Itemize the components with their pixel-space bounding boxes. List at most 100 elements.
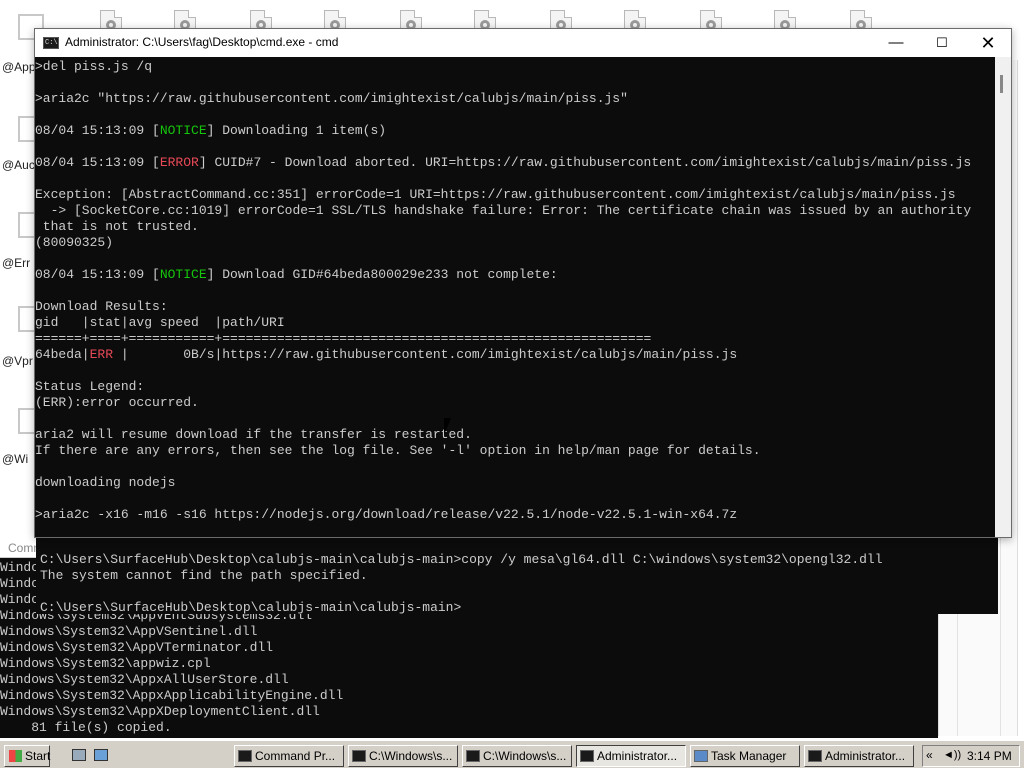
console-line: gid |stat|avg speed |path/URI	[35, 315, 971, 331]
system-tray: « ◄)) 3:14 PM	[922, 745, 1020, 767]
console-text: 08/04 15:13:09 [	[35, 267, 160, 282]
console-text: ======+====+===========+================…	[35, 331, 652, 346]
console-line: that is not trusted.	[35, 219, 971, 235]
console-line: 08/04 15:13:09 [NOTICE] Download GID#64b…	[35, 267, 971, 283]
console-text: >aria2c -x16 -m16 -s16 https://nodejs.or…	[35, 507, 738, 522]
console-line: (ERR):error occurred.	[35, 395, 971, 411]
quick-launch-icon[interactable]	[94, 749, 108, 761]
desktop-label: @Err	[2, 256, 31, 270]
taskbar-button[interactable]: C:\Windows\s...	[462, 745, 572, 767]
console-icon	[352, 750, 366, 762]
desktop-label: @Vpr	[2, 354, 33, 368]
console-text: ] Downloading 1 item(s)	[206, 123, 387, 138]
console-line: (80090325)	[35, 235, 971, 251]
console-line: 08/04 15:13:09 [NOTICE] Downloading 1 it…	[35, 123, 971, 139]
second-console-window[interactable]: C:\Users\SurfaceHub\Desktop\calubjs-main…	[36, 538, 998, 616]
taskbar-button[interactable]: Administrator...	[804, 745, 914, 767]
console-icon	[43, 37, 59, 49]
taskbar-button[interactable]: C:\Windows\s...	[348, 745, 458, 767]
console-line: >aria2c "https://raw.githubusercontent.c…	[35, 91, 971, 107]
console-icon	[466, 750, 480, 762]
start-label: Start	[25, 749, 51, 763]
taskbar-button-label: Administrator...	[597, 749, 678, 763]
console-line: Windows\System32\AppVTerminator.dll	[0, 640, 274, 655]
console-line: 08/04 15:13:09 [ERROR] CUID#7 - Download…	[35, 155, 971, 171]
cmd-window[interactable]: Administrator: C:\Users\fag\Desktop\cmd.…	[34, 28, 1012, 538]
taskbar-button-label: Task Manager	[711, 749, 787, 763]
console-line: Status Legend:	[35, 379, 971, 395]
console-icon	[238, 750, 252, 762]
volume-icon[interactable]: ◄))	[943, 749, 961, 761]
console-text: If there are any errors, then see the lo…	[35, 443, 761, 458]
clock[interactable]: 3:14 PM	[967, 749, 1012, 763]
log-level-tag: NOTICE	[159, 123, 207, 138]
taskbar-button[interactable]: Command Pr...	[234, 745, 344, 767]
console-line: >aria2c -x16 -m16 -s16 https://nodejs.or…	[35, 507, 971, 523]
vertical-scrollbar[interactable]	[995, 57, 1011, 537]
mouse-pointer-icon	[444, 418, 457, 435]
scrollbar-thumb[interactable]	[1000, 75, 1003, 93]
console-text: -> [SocketCore.cc:1019] errorCode=1 SSL/…	[35, 203, 972, 218]
log-level-tag: ERROR	[159, 155, 199, 170]
console-line: aria2 will resume download if the transf…	[35, 427, 971, 443]
console-text: >aria2c "https://raw.githubusercontent.c…	[35, 91, 628, 106]
tray-expand-icon[interactable]: «	[926, 748, 933, 762]
console-text: 64beda|	[35, 347, 90, 362]
console-output-area[interactable]: >del piss.js /q >aria2c "https://raw.gith…	[35, 57, 995, 537]
taskbar: Start Command Pr... C:\Windows\s... C:\Win…	[0, 740, 1024, 768]
console-text: 08/04 15:13:09 [	[35, 123, 160, 138]
console-text: | 0B/s|https://raw.githubusercontent.com…	[120, 347, 738, 362]
console-text: >del piss.js /q	[35, 59, 153, 74]
console-line: Exception: [AbstractCommand.cc:351] erro…	[35, 187, 971, 203]
console-text: that is not trusted.	[35, 219, 199, 234]
console-output: >del piss.js /q >aria2c "https://raw.gith…	[35, 59, 971, 523]
console-text: (80090325)	[35, 235, 114, 250]
desktop-label: @Auc	[2, 158, 35, 172]
console-line: Download Results:	[35, 299, 971, 315]
console-text: Status Legend:	[35, 379, 145, 394]
taskbar-button-label: C:\Windows\s...	[369, 749, 453, 763]
console-line: Windows\System32\AppVSentinel.dll	[0, 624, 258, 639]
cmd-titlebar[interactable]: Administrator: C:\Users\fag\Desktop\cmd.…	[35, 29, 1011, 57]
close-button[interactable]: ✕	[965, 29, 1011, 57]
minimize-button[interactable]: —	[873, 29, 919, 57]
taskbar-button-label: C:\Windows\s...	[483, 749, 567, 763]
maximize-button[interactable]: ☐	[919, 29, 965, 57]
console-line: C:\Users\SurfaceHub\Desktop\calubjs-main…	[40, 600, 462, 615]
taskbar-button[interactable]: Administrator...	[576, 745, 686, 767]
console-text: ] Download GID#64beda800029e233 not comp…	[206, 267, 558, 282]
console-line: C:\Users\SurfaceHub\Desktop\calubjs-main…	[40, 552, 883, 567]
show-desktop-icon[interactable]	[72, 749, 86, 761]
second-console-output: C:\Users\SurfaceHub\Desktop\calubjs-main…	[40, 552, 883, 616]
taskbar-button-label: Administrator...	[825, 749, 906, 763]
console-text: downloading nodejs	[35, 475, 176, 490]
console-line: Windows\System32\appwiz.cpl	[0, 656, 211, 671]
taskbar-button[interactable]: Task Manager	[690, 745, 800, 767]
desktop-label: @Wi	[2, 452, 29, 466]
console-text: Exception: [AbstractCommand.cc:351] erro…	[35, 187, 956, 202]
console-text: aria2 will resume download if the transf…	[35, 427, 472, 442]
console-text: (ERR):error occurred.	[35, 395, 199, 410]
console-line: 81 file(s) copied.	[0, 720, 172, 735]
log-level-tag: NOTICE	[159, 267, 207, 282]
windows-logo-icon	[9, 750, 22, 762]
taskbar-button-label: Command Pr...	[255, 749, 336, 763]
console-line: If there are any errors, then see the lo…	[35, 443, 971, 459]
console-line: Windows\System32\AppxAllUserStore.dll	[0, 672, 289, 687]
console-line: ======+====+===========+================…	[35, 331, 971, 347]
start-button[interactable]: Start	[4, 745, 50, 767]
console-line: Windows\System32\AppxApplicabilityEngine…	[0, 688, 344, 703]
console-text: Download Results:	[35, 299, 168, 314]
console-line: The system cannot find the path specifie…	[40, 568, 368, 583]
console-line: >del piss.js /q	[35, 59, 971, 75]
